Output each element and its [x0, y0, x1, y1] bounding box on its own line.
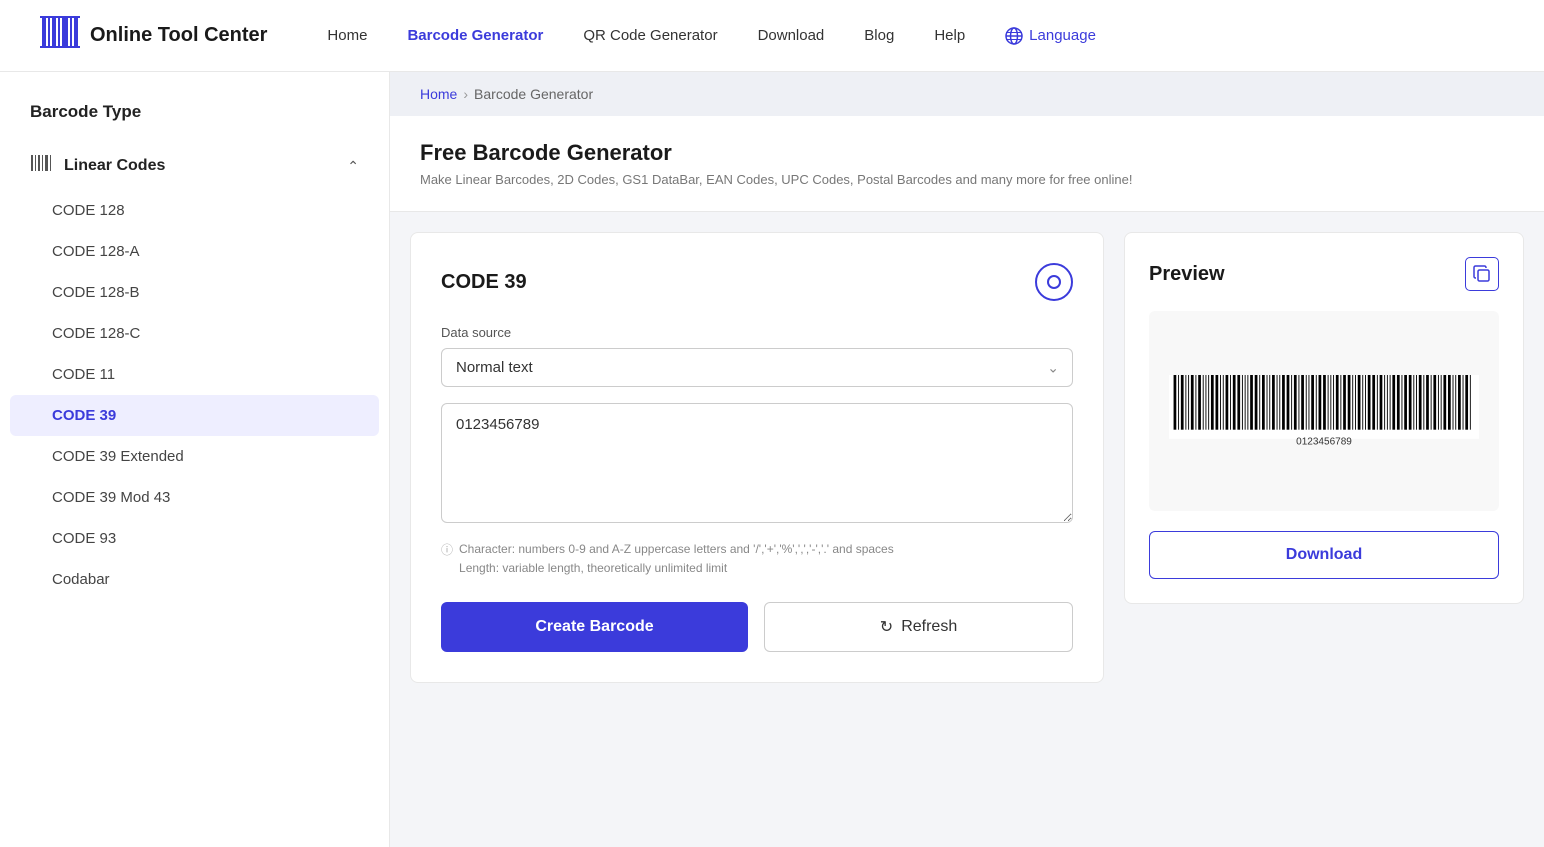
data-source-label: Data source	[441, 325, 1073, 340]
linear-codes-header[interactable]: Linear Codes ⌃	[0, 142, 389, 190]
data-source-wrapper: Normal text Hex Base64 ⌄	[441, 348, 1073, 387]
nav-barcode-generator[interactable]: Barcode Generator	[407, 27, 543, 44]
page-subtitle: Make Linear Barcodes, 2D Codes, GS1 Data…	[420, 172, 1514, 187]
action-buttons: Create Barcode ↻ Refresh	[441, 602, 1073, 652]
target-icon[interactable]	[1035, 263, 1073, 301]
globe-icon	[1005, 27, 1023, 45]
hint-content: Character: numbers 0-9 and A-Z uppercase…	[459, 540, 894, 578]
generator-panel-title: CODE 39	[441, 271, 527, 294]
sidebar-item-code93[interactable]: CODE 93	[0, 518, 389, 559]
copy-button[interactable]	[1465, 257, 1499, 291]
barcode-section-icon	[30, 152, 52, 180]
sidebar-item-code39ext[interactable]: CODE 39 Extended	[0, 436, 389, 477]
barcode-input[interactable]: 0123456789	[441, 403, 1073, 523]
page-title: Free Barcode Generator	[420, 140, 1514, 166]
linear-codes-chevron: ⌃	[347, 158, 359, 175]
sidebar-item-code39[interactable]: CODE 39	[10, 395, 379, 436]
nav-help[interactable]: Help	[934, 27, 965, 44]
nav-blog[interactable]: Blog	[864, 27, 894, 44]
logo: Online Tool Center	[40, 12, 267, 59]
breadcrumb-home[interactable]: Home	[420, 86, 457, 102]
preview-panel: Preview	[1124, 232, 1524, 604]
sidebar-item-code128[interactable]: CODE 128	[0, 190, 389, 231]
main-nav: Home Barcode Generator QR Code Generator…	[327, 27, 1504, 45]
page-header: Free Barcode Generator Make Linear Barco…	[390, 116, 1544, 212]
panels: CODE 39 Data source Normal text Hex Base…	[390, 212, 1544, 703]
sidebar-item-code39mod43[interactable]: CODE 39 Mod 43	[0, 477, 389, 518]
sidebar-item-code128b[interactable]: CODE 128-B	[0, 272, 389, 313]
copy-icon-svg	[1473, 265, 1491, 283]
nav-home[interactable]: Home	[327, 27, 367, 44]
logo-text: Online Tool Center	[90, 24, 267, 47]
header: Online Tool Center Home Barcode Generato…	[0, 0, 1544, 72]
linear-codes-section: Linear Codes ⌃ CODE 128 CODE 128-A CODE …	[0, 142, 389, 600]
sidebar: Barcode Type Linear Codes	[0, 72, 390, 847]
preview-header: Preview	[1149, 257, 1499, 291]
sidebar-item-codabar[interactable]: Codabar	[0, 559, 389, 600]
hint-text: ⓘ Character: numbers 0-9 and A-Z upperca…	[441, 540, 1073, 578]
sidebar-item-code11[interactable]: CODE 11	[0, 354, 389, 395]
linear-codes-label: Linear Codes	[64, 157, 165, 175]
logo-icon	[40, 12, 80, 59]
info-icon: ⓘ	[441, 541, 453, 578]
breadcrumb: Home › Barcode Generator	[390, 72, 1544, 116]
svg-text:0123456789: 0123456789	[1296, 436, 1352, 447]
breadcrumb-current: Barcode Generator	[474, 86, 593, 102]
create-barcode-button[interactable]: Create Barcode	[441, 602, 748, 652]
generator-panel: CODE 39 Data source Normal text Hex Base…	[410, 232, 1104, 683]
refresh-button[interactable]: ↻ Refresh	[764, 602, 1073, 652]
breadcrumb-separator: ›	[463, 86, 468, 102]
hint-length: Length: variable length, theoretically u…	[459, 561, 727, 575]
nav-download[interactable]: Download	[758, 27, 825, 44]
download-button[interactable]: Download	[1149, 531, 1499, 579]
page-layout: Barcode Type Linear Codes	[0, 72, 1544, 847]
nav-qr-code-generator[interactable]: QR Code Generator	[583, 27, 717, 44]
sidebar-item-code128c[interactable]: CODE 128-C	[0, 313, 389, 354]
hint-char: Character: numbers 0-9 and A-Z uppercase…	[459, 542, 894, 556]
target-inner	[1047, 275, 1061, 289]
barcode-preview: 0123456789	[1149, 311, 1499, 511]
language-button[interactable]: Language	[1005, 27, 1096, 45]
language-label: Language	[1029, 27, 1096, 44]
main-content: Home › Barcode Generator Free Barcode Ge…	[390, 72, 1544, 847]
generator-panel-header: CODE 39	[441, 263, 1073, 301]
sidebar-title: Barcode Type	[0, 92, 389, 142]
linear-codes-title: Linear Codes	[30, 152, 165, 180]
barcode-image: 0123456789	[1169, 375, 1479, 448]
sidebar-items-list: CODE 128 CODE 128-A CODE 128-B CODE 128-…	[0, 190, 389, 600]
refresh-label: Refresh	[901, 618, 957, 636]
refresh-icon: ↻	[880, 617, 893, 637]
preview-title: Preview	[1149, 263, 1225, 286]
sidebar-item-code128a[interactable]: CODE 128-A	[0, 231, 389, 272]
data-source-select[interactable]: Normal text Hex Base64	[441, 348, 1073, 387]
